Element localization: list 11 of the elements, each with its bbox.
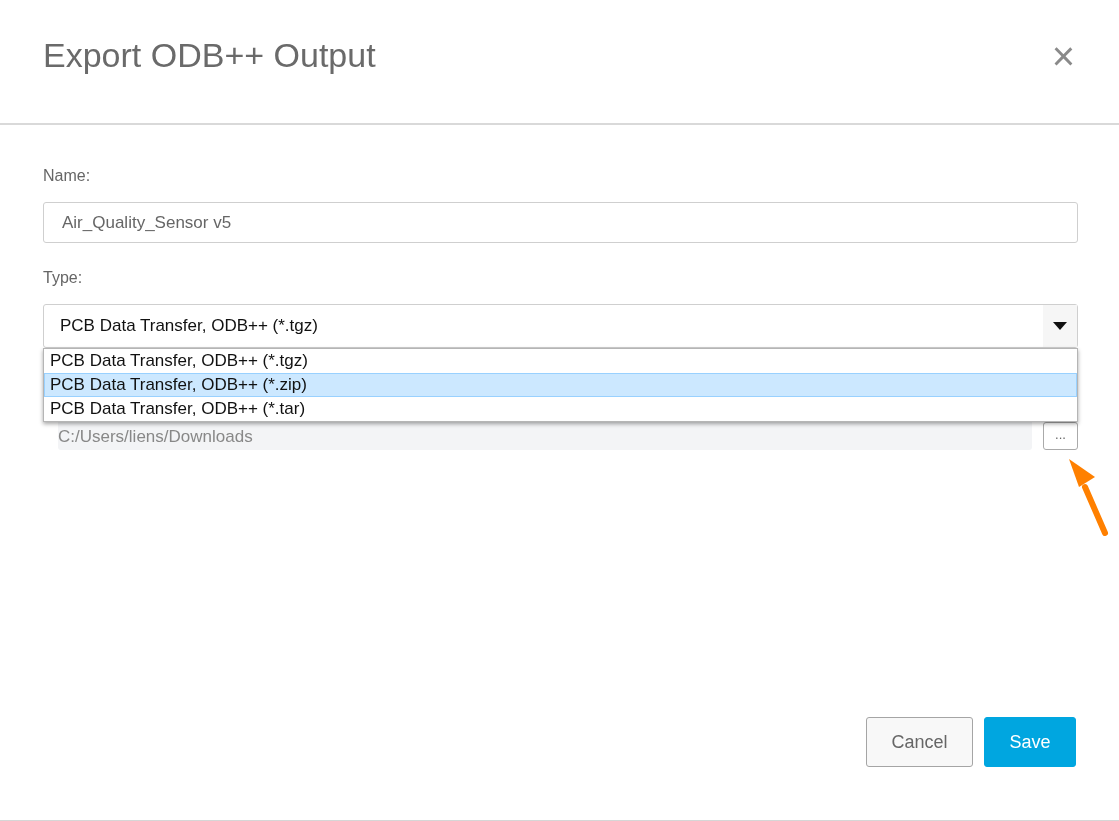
field-label: Name: bbox=[43, 167, 91, 185]
dropdown-option[interactable]: PCB Data Transfer, ODB++ (*.tgz) bbox=[44, 349, 1077, 373]
caret-icon bbox=[1053, 322, 1067, 330]
cancel-button[interactable]: Cancel bbox=[866, 717, 973, 767]
type-dropdown[interactable]: PCB Data Transfer, ODB++ (*.tgz) bbox=[43, 304, 1078, 348]
field-label: Type: bbox=[43, 269, 83, 287]
dialog-title: Export ODB++ Output bbox=[43, 36, 376, 75]
browse-button[interactable]: ... bbox=[1043, 422, 1078, 450]
name-input[interactable]: Air_Quality_Sensor v5 bbox=[43, 202, 1078, 243]
close-button[interactable]: × bbox=[1047, 35, 1079, 76]
dropdown-option[interactable]: PCB Data Transfer, ODB++ (*.zip) bbox=[44, 373, 1077, 397]
